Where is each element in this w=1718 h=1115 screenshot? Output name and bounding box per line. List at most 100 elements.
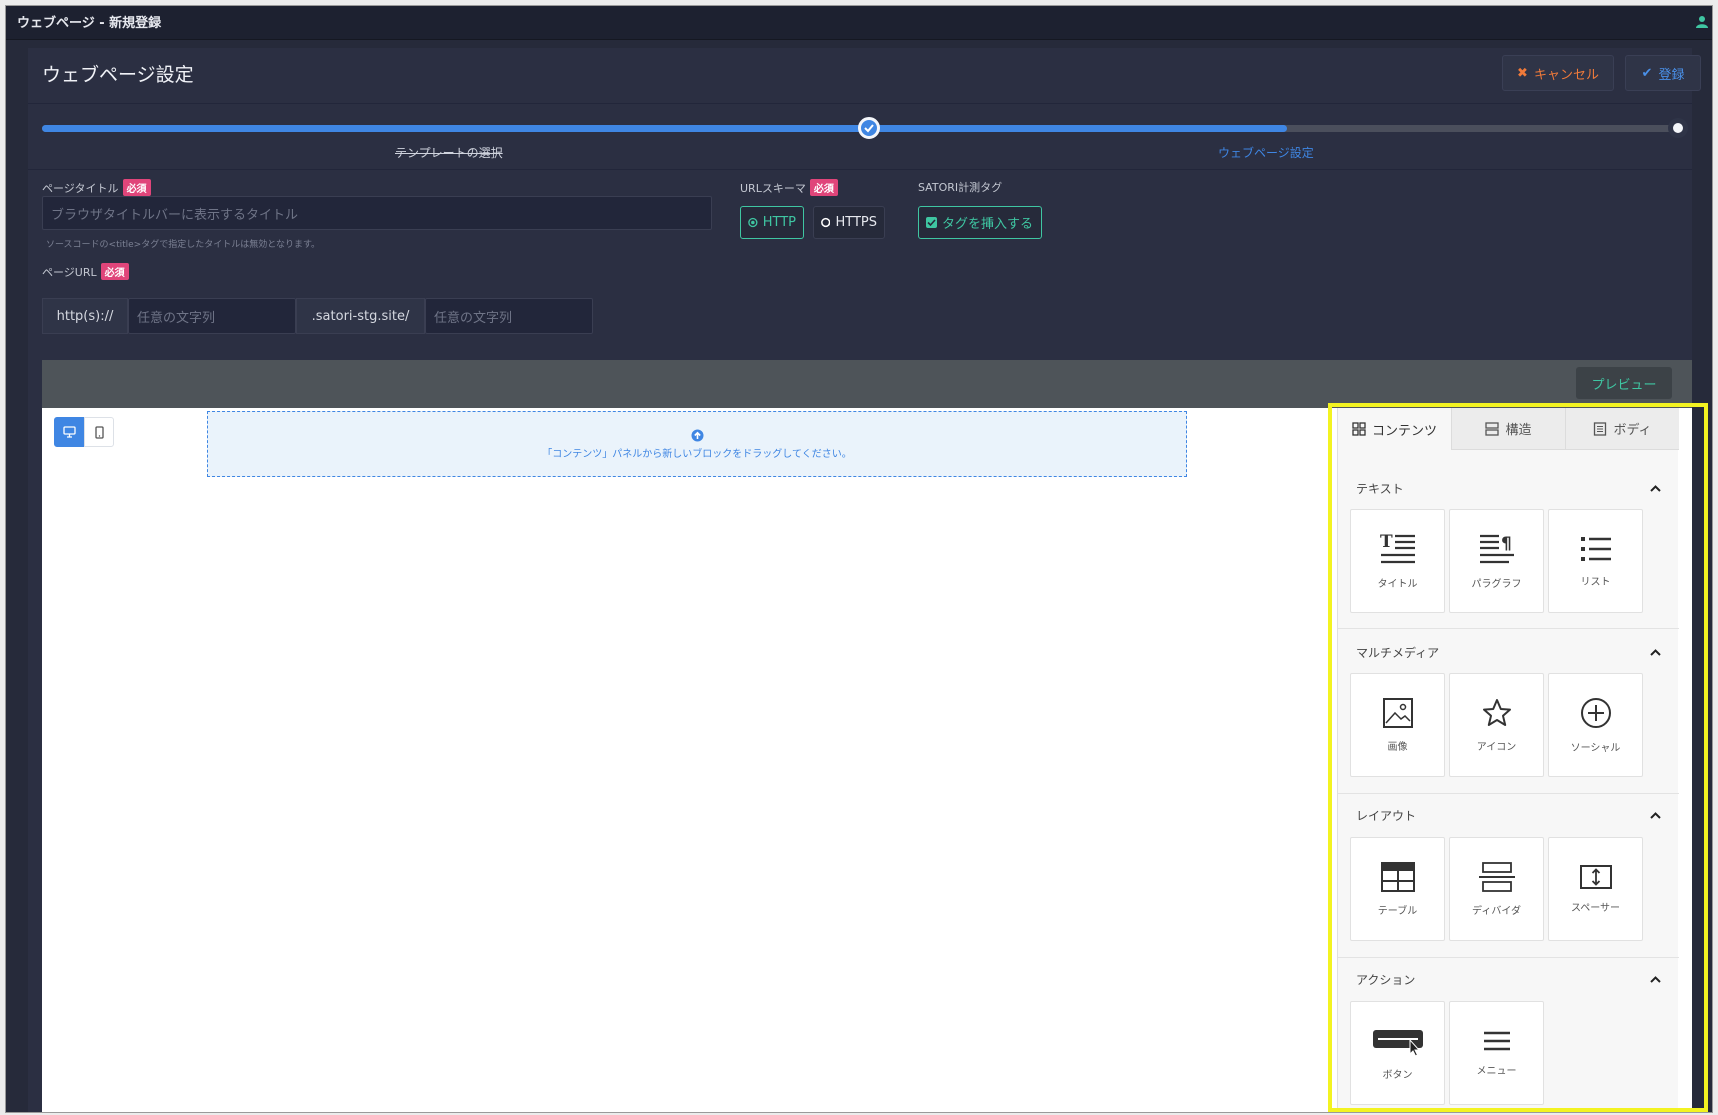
block-paragraph[interactable]: ¶ パラグラフ bbox=[1449, 509, 1544, 613]
tab-body[interactable]: ボディ bbox=[1565, 408, 1679, 450]
chevron-up-icon bbox=[1650, 484, 1661, 492]
divider-icon bbox=[1478, 861, 1515, 892]
chevron-up-icon bbox=[1650, 648, 1661, 656]
svg-text:T: T bbox=[1380, 533, 1393, 552]
required-badge: 必須 bbox=[809, 179, 838, 196]
block-icon[interactable]: アイコン bbox=[1449, 673, 1544, 777]
content-side-panel: コンテンツ 構造 ボディ テキスト T タイトル ¶ パラグラフ リスト マルチ… bbox=[1337, 408, 1679, 1112]
radio-http[interactable]: HTTP bbox=[740, 206, 804, 239]
plus-circle-icon bbox=[1580, 697, 1611, 728]
block-label: タイトル bbox=[1377, 578, 1418, 590]
window-title: ウェブページ - 新規登録 bbox=[17, 16, 162, 31]
page-title-label: ページタイトル 必須 bbox=[42, 179, 151, 196]
satori-tag-label: SATORI計測タグ bbox=[918, 179, 1002, 195]
page-title-label-text: ページタイトル bbox=[42, 181, 119, 195]
radio-unchecked-icon bbox=[821, 217, 831, 228]
menu-icon bbox=[1483, 1031, 1510, 1050]
progress-fill bbox=[42, 125, 1287, 132]
subdomain-input[interactable]: 任意の文字列 bbox=[128, 298, 296, 334]
block-image[interactable]: 画像 bbox=[1350, 673, 1445, 777]
radio-http-label: HTTP bbox=[762, 215, 796, 230]
title-bar: ウェブページ - 新規登録 bbox=[6, 6, 1712, 40]
section-title: マルチメディア bbox=[1356, 645, 1440, 660]
step-label-settings[interactable]: ウェブページ設定 bbox=[1218, 144, 1314, 161]
step-completed-icon[interactable] bbox=[858, 117, 880, 139]
phone-icon bbox=[94, 425, 104, 439]
radio-https-label: HTTPS bbox=[835, 215, 877, 230]
block-spacer[interactable]: スペーサー bbox=[1548, 837, 1643, 941]
section-header-action[interactable]: アクション bbox=[1356, 969, 1661, 989]
section-header-layout[interactable]: レイアウト bbox=[1356, 805, 1661, 825]
page-url-label: ページURL 必須 bbox=[42, 263, 129, 280]
step-current-marker[interactable] bbox=[1668, 118, 1688, 138]
cancel-button-label: キャンセル bbox=[1533, 67, 1599, 83]
url-domain: .satori-stg.site/ bbox=[296, 298, 425, 334]
page-title-input[interactable]: ブラウザタイトルバーに表示するタイトル bbox=[42, 196, 712, 230]
required-badge: 必須 bbox=[100, 263, 129, 280]
section-title: レイアウト bbox=[1356, 808, 1417, 823]
block-label: リスト bbox=[1580, 576, 1611, 588]
desktop-view-button[interactable] bbox=[54, 417, 84, 447]
block-social[interactable]: ソーシャル bbox=[1548, 673, 1643, 777]
star-icon bbox=[1482, 698, 1511, 726]
block-dropzone[interactable]: 「コンテンツ」パネルから新しいブロックをドラッグしてください。 bbox=[207, 411, 1187, 477]
insert-tag-label: タグを挿入する bbox=[942, 217, 1034, 232]
path-input[interactable]: 任意の文字列 bbox=[425, 298, 593, 334]
checkbox-checked-icon bbox=[926, 217, 937, 228]
tab-body-label: ボディ bbox=[1613, 423, 1652, 438]
block-label: パラグラフ bbox=[1471, 578, 1522, 590]
user-icon[interactable] bbox=[1696, 14, 1708, 33]
required-badge: 必須 bbox=[122, 179, 151, 196]
button-icon bbox=[1372, 1029, 1423, 1056]
spacer-icon bbox=[1579, 864, 1612, 889]
page-title: ウェブページ設定 bbox=[42, 64, 194, 86]
block-button[interactable]: ボタン bbox=[1350, 1001, 1445, 1105]
close-icon: ✖ bbox=[1517, 65, 1528, 81]
section-title: アクション bbox=[1356, 972, 1416, 987]
block-label: ソーシャル bbox=[1570, 742, 1621, 754]
mobile-view-button[interactable] bbox=[84, 417, 114, 447]
tab-contents[interactable]: コンテンツ bbox=[1338, 408, 1451, 450]
title-icon: T bbox=[1380, 533, 1415, 563]
panel-header: ウェブページ設定 ✖ キャンセル ✔ 登録 bbox=[28, 48, 1701, 104]
dropzone-text: 「コンテンツ」パネルから新しいブロックをドラッグしてください。 bbox=[542, 448, 852, 460]
block-label: テーブル bbox=[1377, 905, 1418, 917]
table-icon bbox=[1380, 861, 1415, 892]
page-title-placeholder: ブラウザタイトルバーに表示するタイトル bbox=[51, 207, 299, 223]
block-label: ディバイダ bbox=[1472, 905, 1521, 917]
image-icon bbox=[1382, 697, 1413, 728]
block-title[interactable]: T タイトル bbox=[1350, 509, 1445, 613]
section-header-multimedia[interactable]: マルチメディア bbox=[1356, 642, 1661, 662]
url-prefix-text: http(s):// bbox=[56, 308, 114, 324]
section-divider bbox=[1338, 793, 1679, 794]
block-divider[interactable]: ディバイダ bbox=[1449, 837, 1544, 941]
page-url-label-text: ページURL bbox=[42, 265, 97, 279]
preview-button[interactable]: プレビュー bbox=[1576, 367, 1672, 399]
section-title: テキスト bbox=[1356, 481, 1404, 496]
register-button-label: 登録 bbox=[1658, 67, 1685, 83]
cancel-button[interactable]: ✖ キャンセル bbox=[1502, 55, 1614, 91]
block-menu[interactable]: メニュー bbox=[1449, 1001, 1544, 1105]
url-domain-text: .satori-stg.site/ bbox=[311, 308, 410, 324]
chevron-up-icon bbox=[1650, 975, 1661, 983]
tab-structure[interactable]: 構造 bbox=[1451, 408, 1565, 450]
svg-text:¶: ¶ bbox=[1501, 534, 1512, 554]
paragraph-icon: ¶ bbox=[1479, 534, 1514, 563]
insert-tag-checkbox[interactable]: タグを挿入する bbox=[918, 206, 1042, 239]
section-divider bbox=[1338, 628, 1679, 629]
document-icon bbox=[1594, 421, 1607, 436]
step-label-template[interactable]: テンプレートの選択 bbox=[395, 144, 503, 161]
block-list[interactable]: リスト bbox=[1548, 509, 1643, 613]
url-prefix: http(s):// bbox=[42, 298, 128, 334]
register-button[interactable]: ✔ 登録 bbox=[1625, 55, 1701, 91]
side-panel-tabs: コンテンツ 構造 ボディ bbox=[1338, 408, 1679, 450]
tab-contents-label: コンテンツ bbox=[1371, 423, 1437, 439]
subdomain-placeholder: 任意の文字列 bbox=[137, 310, 216, 326]
section-header-text[interactable]: テキスト bbox=[1356, 478, 1661, 498]
check-icon: ✔ bbox=[1641, 65, 1653, 81]
block-label: 画像 bbox=[1387, 741, 1408, 753]
block-table[interactable]: テーブル bbox=[1350, 837, 1445, 941]
divider bbox=[28, 169, 1692, 170]
radio-https[interactable]: HTTPS bbox=[813, 206, 885, 239]
section-divider bbox=[1338, 957, 1679, 958]
